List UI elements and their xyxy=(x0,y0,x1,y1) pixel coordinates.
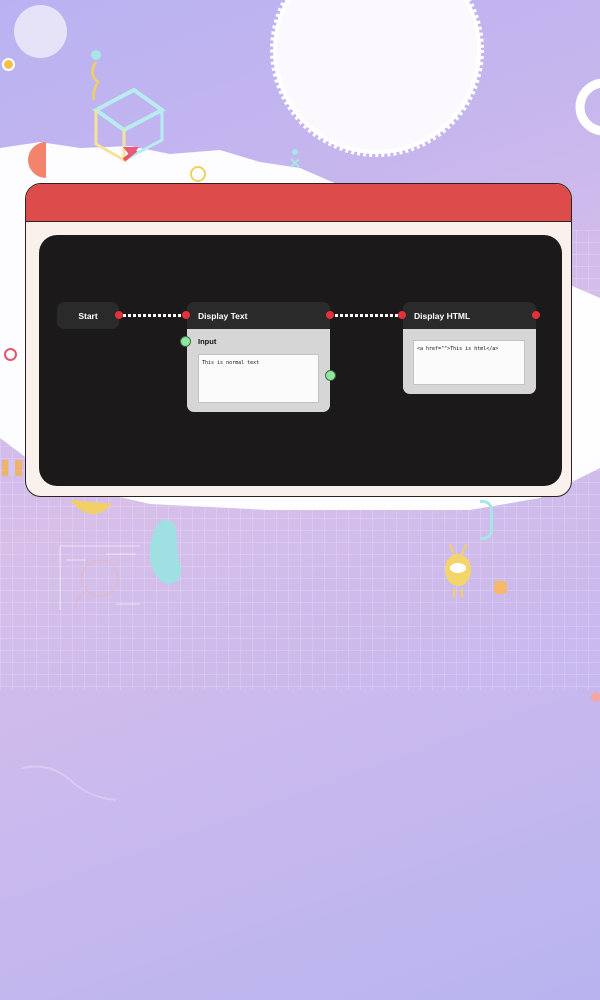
node-display-html[interactable]: Display HTML <a href="">This is html</a> xyxy=(403,302,536,394)
node-display-html-body: <a href="">This is html</a> xyxy=(403,329,536,394)
node-display-text-input-port[interactable] xyxy=(182,311,190,319)
dot-shape xyxy=(2,58,15,71)
dot-orange-shape xyxy=(494,581,507,594)
input-label: Input xyxy=(198,337,217,346)
ring-small-shape xyxy=(4,348,17,361)
bubble-shape xyxy=(14,5,67,58)
node-display-html-output-port[interactable] xyxy=(532,311,540,319)
semicircle-shape xyxy=(28,142,46,178)
triangle-shape xyxy=(123,147,139,157)
background xyxy=(0,0,600,1000)
window-titlebar[interactable] xyxy=(26,184,571,222)
text-input-area[interactable]: This is normal text xyxy=(198,354,319,403)
chart-sketch xyxy=(59,545,140,610)
hook-shape xyxy=(480,500,493,540)
pixel-shape xyxy=(2,460,22,476)
sun-shape xyxy=(270,0,484,157)
node-display-text-output-port[interactable] xyxy=(326,311,334,319)
html-input-area[interactable]: <a href="">This is html</a> xyxy=(413,340,525,385)
cross-shape xyxy=(290,149,300,168)
wire-start-to-display-text xyxy=(123,314,185,317)
node-display-html-input-port[interactable] xyxy=(398,311,406,319)
node-editor-window: Start Display Text Input This is normal … xyxy=(25,183,572,497)
node-start[interactable]: Start xyxy=(57,302,119,329)
node-display-text-body: Input This is normal text xyxy=(187,329,330,412)
ring-large-shape xyxy=(575,78,600,136)
node-start-output-port[interactable] xyxy=(115,311,123,319)
node-display-text-header[interactable]: Display Text xyxy=(187,302,330,329)
bean-shape xyxy=(149,520,182,584)
squiggle-shape xyxy=(21,765,117,801)
bulb-shape xyxy=(445,543,471,598)
node-start-title: Start xyxy=(78,310,98,321)
graph-canvas[interactable]: Start Display Text Input This is normal … xyxy=(39,235,562,486)
dot-right-shape xyxy=(591,692,600,702)
lemon-shape xyxy=(70,500,112,515)
output-socket-right[interactable] xyxy=(325,370,336,381)
wire-display-text-to-display-html xyxy=(335,314,401,317)
node-display-html-title: Display HTML xyxy=(414,310,471,321)
node-display-text-title: Display Text xyxy=(198,310,248,321)
node-start-header[interactable]: Start xyxy=(57,302,119,329)
input-socket-left[interactable] xyxy=(180,336,191,347)
node-display-html-header[interactable]: Display HTML xyxy=(403,302,536,329)
ring-shape xyxy=(190,166,206,182)
node-display-text[interactable]: Display Text Input This is normal text xyxy=(187,302,330,412)
